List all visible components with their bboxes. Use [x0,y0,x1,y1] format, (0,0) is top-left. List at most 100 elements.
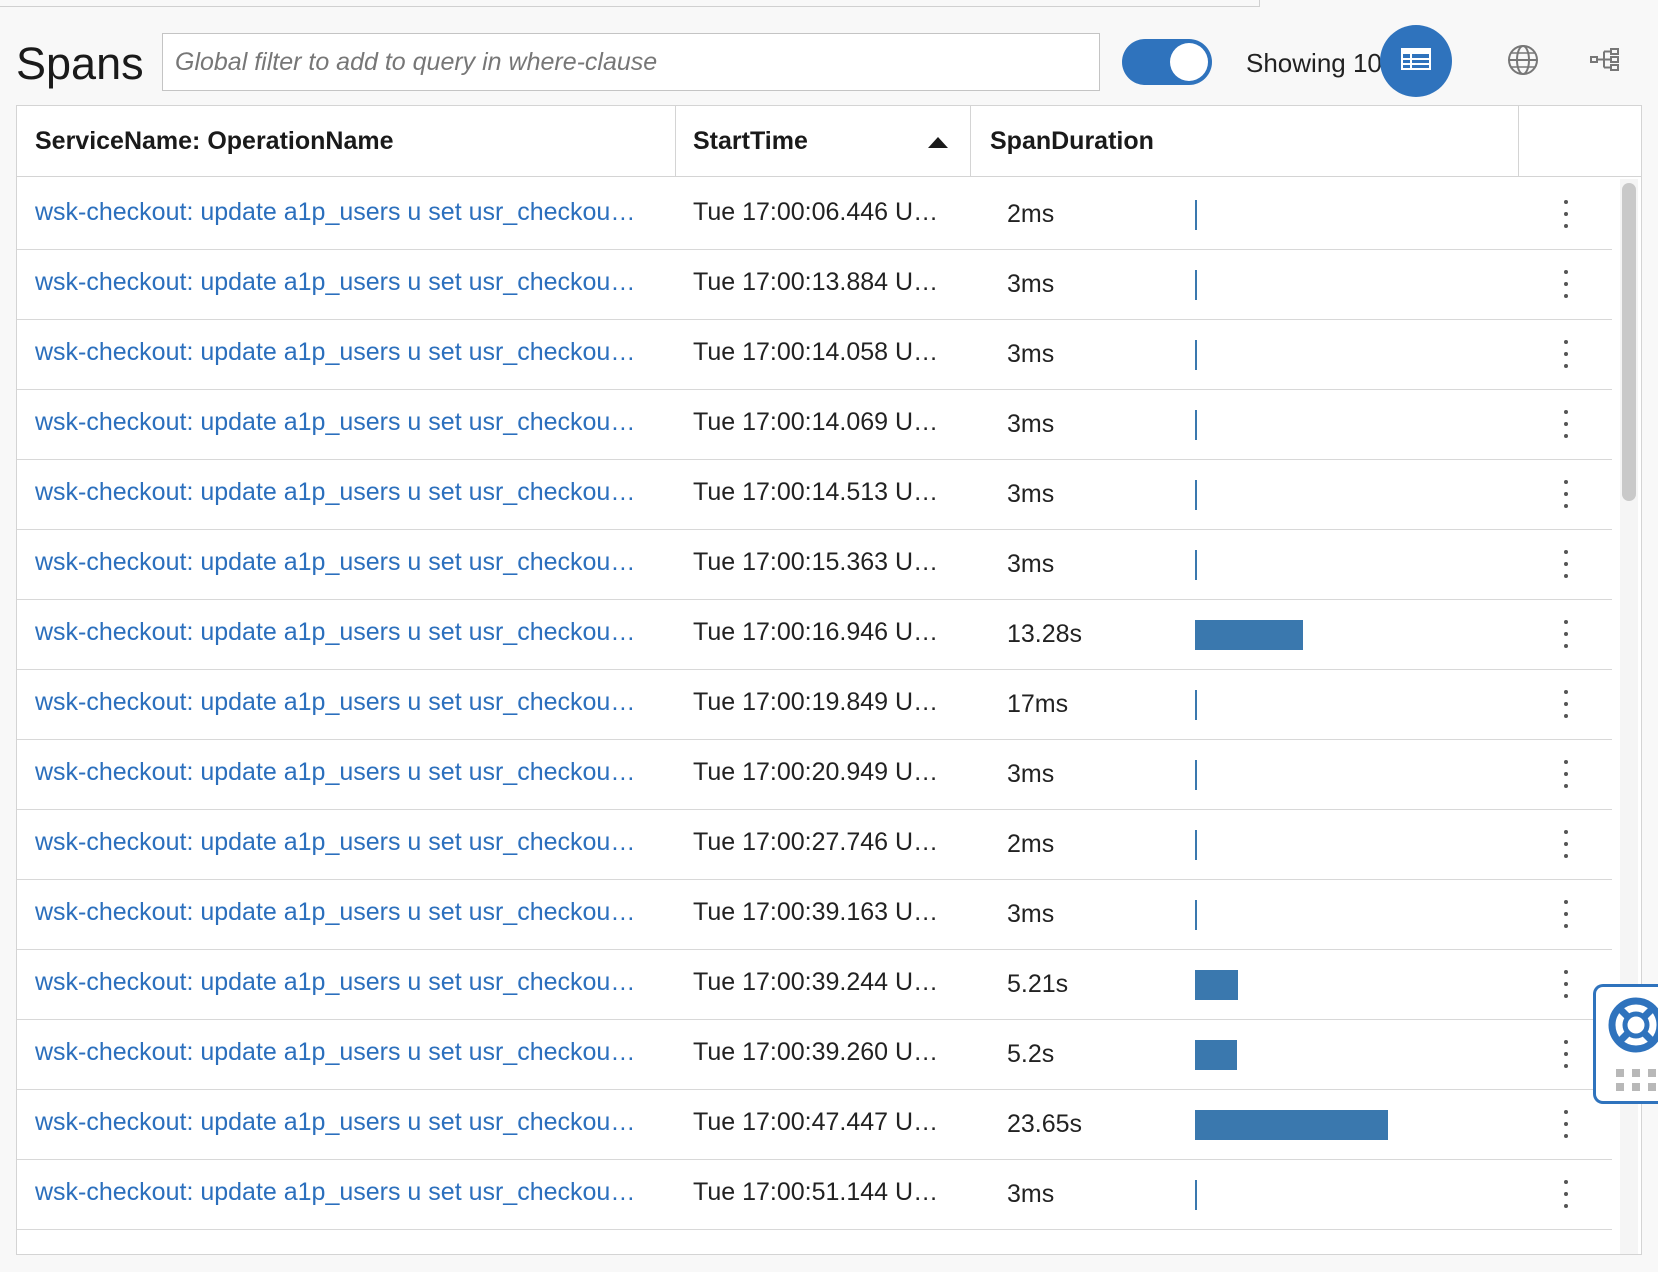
operation-link[interactable]: wsk-checkout: update a1p_users u set usr… [35,666,672,739]
duration-bar [1195,900,1197,930]
scrollbar-thumb[interactable] [1622,183,1636,501]
spans-header: Spans Showing 100 [0,22,1658,104]
column-label: SpanDuration [990,126,1154,155]
operation-link[interactable]: wsk-checkout: update a1p_users u set usr… [35,596,672,669]
operation-link[interactable]: wsk-checkout: update a1p_users u set usr… [35,876,672,949]
operation-link[interactable]: wsk-checkout: update a1p_users u set usr… [35,176,672,249]
duration-bar [1195,970,1238,1000]
operation-link[interactable]: wsk-checkout: update a1p_users u set usr… [35,246,672,319]
duration-cell: 3ms [1007,409,1055,438]
duration-cell: 3ms [1007,269,1055,298]
duration-bar [1195,1040,1237,1070]
help-widget[interactable] [1593,984,1658,1104]
drag-handle-icon[interactable] [1616,1069,1656,1093]
duration-bar [1195,1110,1388,1140]
sort-ascending-icon[interactable] [928,137,948,148]
start-time-cell: Tue 17:00:14.069 U… [693,408,939,436]
operation-link[interactable]: wsk-checkout: update a1p_users u set usr… [35,456,672,529]
map-view-button[interactable] [1505,44,1541,80]
table-row[interactable]: wsk-checkout: update a1p_users u set usr… [17,316,1612,390]
row-menu-icon[interactable] [1557,900,1575,928]
duration-bar [1195,410,1197,440]
row-menu-icon[interactable] [1557,620,1575,648]
duration-cell: 3ms [1007,899,1055,928]
page-title: Spans [16,38,144,89]
column-label: StartTime [693,126,808,155]
start-time-cell: Tue 17:00:20.949 U… [693,758,939,786]
globe-icon [1507,44,1539,81]
column-header-starttime[interactable]: StartTime [676,106,971,176]
operation-link[interactable]: wsk-checkout: update a1p_users u set usr… [35,1086,672,1159]
operation-link[interactable]: wsk-checkout: update a1p_users u set usr… [35,386,672,459]
start-time-cell: Tue 17:00:14.513 U… [693,478,939,506]
start-time-cell: Tue 17:00:19.849 U… [693,688,939,716]
start-time-cell: Tue 17:00:14.058 U… [693,338,939,366]
start-time-cell: Tue 17:00:51.144 U… [693,1178,939,1206]
row-menu-icon[interactable] [1557,410,1575,438]
start-time-cell: Tue 17:00:15.363 U… [693,548,939,576]
table-row[interactable]: wsk-checkout: update a1p_users u set usr… [17,806,1612,880]
table-view-button[interactable] [1380,25,1452,97]
duration-bar [1195,620,1303,650]
duration-cell: 2ms [1007,199,1055,228]
start-time-cell: Tue 17:00:13.884 U… [693,268,939,296]
duration-cell: 13.28s [1007,619,1083,648]
table-row[interactable]: wsk-checkout: update a1p_users u set usr… [17,666,1612,740]
duration-bar [1195,550,1197,580]
table-icon [1401,47,1431,75]
table-row[interactable]: wsk-checkout: update a1p_users u set usr… [17,1016,1612,1090]
operation-link[interactable]: wsk-checkout: update a1p_users u set usr… [35,316,672,389]
lifebuoy-icon[interactable] [1608,997,1658,1058]
table-row[interactable]: wsk-checkout: update a1p_users u set usr… [17,596,1612,670]
row-menu-icon[interactable] [1557,970,1575,998]
row-menu-icon[interactable] [1557,760,1575,788]
spans-table: ServiceName: OperationName StartTime Spa… [16,105,1642,1255]
row-menu-icon[interactable] [1557,480,1575,508]
start-time-cell: Tue 17:00:39.244 U… [693,968,939,996]
table-row[interactable]: wsk-checkout: update a1p_users u set usr… [17,1156,1612,1230]
operation-link[interactable]: wsk-checkout: update a1p_users u set usr… [35,736,672,809]
table-row[interactable]: wsk-checkout: update a1p_users u set usr… [17,736,1612,810]
tree-view-button[interactable] [1587,44,1623,80]
duration-cell: 5.2s [1007,1039,1055,1068]
row-menu-icon[interactable] [1557,200,1575,228]
table-row[interactable]: wsk-checkout: update a1p_users u set usr… [17,246,1612,320]
duration-bar [1195,830,1197,860]
table-body: wsk-checkout: update a1p_users u set usr… [17,176,1612,1254]
duration-cell: 3ms [1007,549,1055,578]
start-time-cell: Tue 17:00:27.746 U… [693,828,939,856]
table-row[interactable]: wsk-checkout: update a1p_users u set usr… [17,176,1612,250]
start-time-cell: Tue 17:00:47.447 U… [693,1108,939,1136]
start-time-cell: Tue 17:00:39.163 U… [693,898,939,926]
row-menu-icon[interactable] [1557,1180,1575,1208]
row-menu-icon[interactable] [1557,830,1575,858]
operation-link[interactable]: wsk-checkout: update a1p_users u set usr… [35,1156,672,1229]
duration-bar [1195,690,1197,720]
column-header-duration[interactable]: SpanDuration [971,106,1519,176]
duration-cell: 5.21s [1007,969,1069,998]
table-row[interactable]: wsk-checkout: update a1p_users u set usr… [17,526,1612,600]
global-filter-input[interactable] [162,33,1100,91]
row-menu-icon[interactable] [1557,1110,1575,1138]
start-time-cell: Tue 17:00:06.446 U… [693,198,939,226]
query-toggle[interactable] [1122,39,1212,85]
duration-cell: 17ms [1007,689,1069,718]
table-row[interactable]: wsk-checkout: update a1p_users u set usr… [17,876,1612,950]
operation-link[interactable]: wsk-checkout: update a1p_users u set usr… [35,946,672,1019]
row-menu-icon[interactable] [1557,690,1575,718]
row-menu-icon[interactable] [1557,550,1575,578]
operation-link[interactable]: wsk-checkout: update a1p_users u set usr… [35,1016,672,1089]
row-menu-icon[interactable] [1557,1040,1575,1068]
table-row[interactable]: wsk-checkout: update a1p_users u set usr… [17,1086,1612,1160]
duration-bar [1195,270,1197,300]
operation-link[interactable]: wsk-checkout: update a1p_users u set usr… [35,526,672,599]
table-row[interactable]: wsk-checkout: update a1p_users u set usr… [17,386,1612,460]
tree-icon [1590,47,1620,78]
operation-link[interactable]: wsk-checkout: update a1p_users u set usr… [35,806,672,879]
column-header-operation[interactable]: ServiceName: OperationName [17,106,676,176]
start-time-cell: Tue 17:00:16.946 U… [693,618,939,646]
row-menu-icon[interactable] [1557,340,1575,368]
table-row[interactable]: wsk-checkout: update a1p_users u set usr… [17,456,1612,530]
row-menu-icon[interactable] [1557,270,1575,298]
table-row[interactable]: wsk-checkout: update a1p_users u set usr… [17,946,1612,1020]
